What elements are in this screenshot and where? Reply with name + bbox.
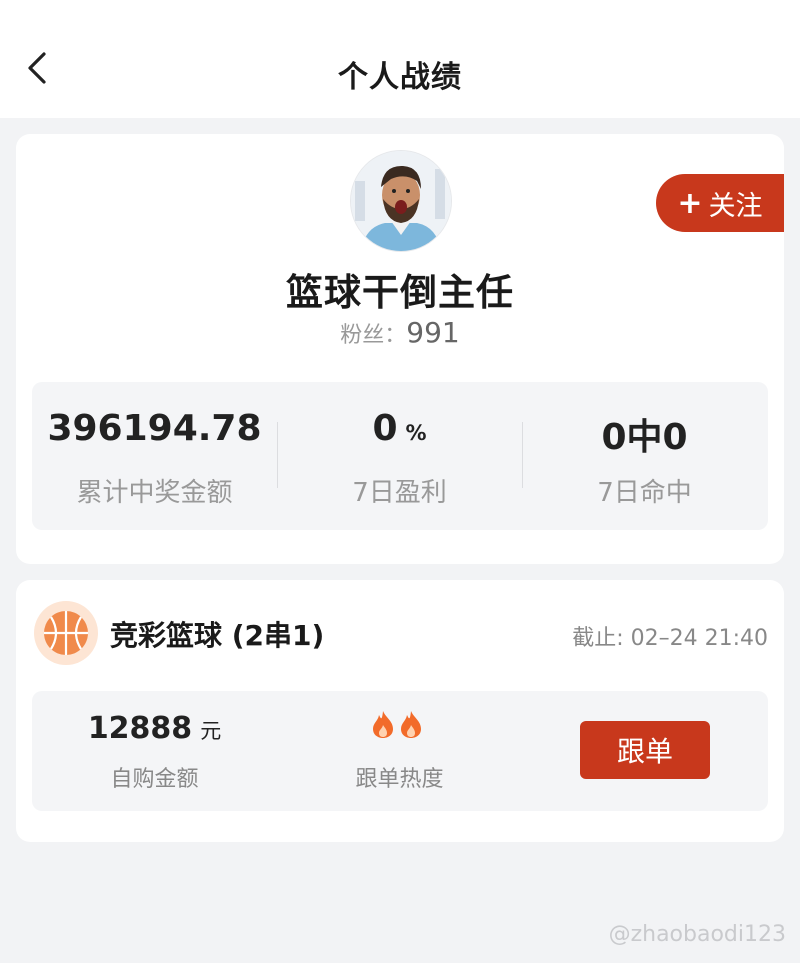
- flame-icon: [401, 711, 421, 738]
- stat-value: 0中0: [601, 417, 688, 458]
- heat-label: 跟单热度: [355, 767, 444, 792]
- user-name: 篮球干倒主任: [286, 271, 514, 314]
- currency: 元: [200, 719, 222, 743]
- stat-label: 7日命中: [597, 478, 692, 508]
- stat-label: 累计中奖金额: [76, 478, 233, 508]
- purchase-amount: 12888 元: [72, 711, 237, 746]
- stat-total-winnings: 396194.78 累计中奖金额: [32, 382, 277, 530]
- order-details: 12888 元 自购金额 跟单热度 跟单: [32, 691, 768, 811]
- order-card[interactable]: 竞彩篮球 (2串1) 截止: 02–24 21:40 12888 元 自购金额 跟…: [16, 580, 784, 842]
- stat-value: 396194.78: [47, 408, 262, 449]
- heat-indicator: [370, 709, 430, 739]
- top-bar: 个人战绩: [0, 0, 800, 118]
- watermark: @zhaobaodi123: [608, 922, 786, 947]
- sport-title: 竞彩篮球 (2串1): [110, 619, 325, 652]
- follow-order-button[interactable]: 跟单: [580, 721, 710, 779]
- page-title: 个人战绩: [338, 60, 462, 95]
- deadline: 截止: 02–24 21:40: [572, 626, 768, 651]
- amount-value: 12888: [87, 711, 193, 746]
- stat-unit: %: [405, 421, 427, 445]
- stat-value: 0: [372, 408, 398, 449]
- follow-button[interactable]: + 关注: [656, 174, 784, 232]
- flame-icon: [373, 711, 393, 738]
- amount-label: 自购金额: [110, 767, 199, 792]
- stats-panel: 396194.78 累计中奖金额 0% 7日盈利 0中0 7日命中: [32, 382, 768, 530]
- follow-label: 关注: [708, 190, 763, 222]
- stat-7day-hit: 0中0 7日命中: [522, 382, 767, 530]
- plus-icon: +: [677, 185, 703, 221]
- avatar-image: [351, 151, 451, 251]
- stat-7day-profit: 0% 7日盈利: [277, 382, 522, 530]
- stat-label: 7日盈利: [352, 478, 447, 508]
- fans-label: 粉丝：: [340, 323, 407, 348]
- profile-card: + 关注 篮球干倒主任 粉丝：991 396194.78 累计中奖金额 0% 7…: [16, 134, 784, 564]
- basketball-icon: [34, 601, 98, 665]
- fans-count: 991: [406, 316, 460, 349]
- fans-info: 粉丝：991: [16, 316, 784, 349]
- avatar[interactable]: [350, 150, 452, 252]
